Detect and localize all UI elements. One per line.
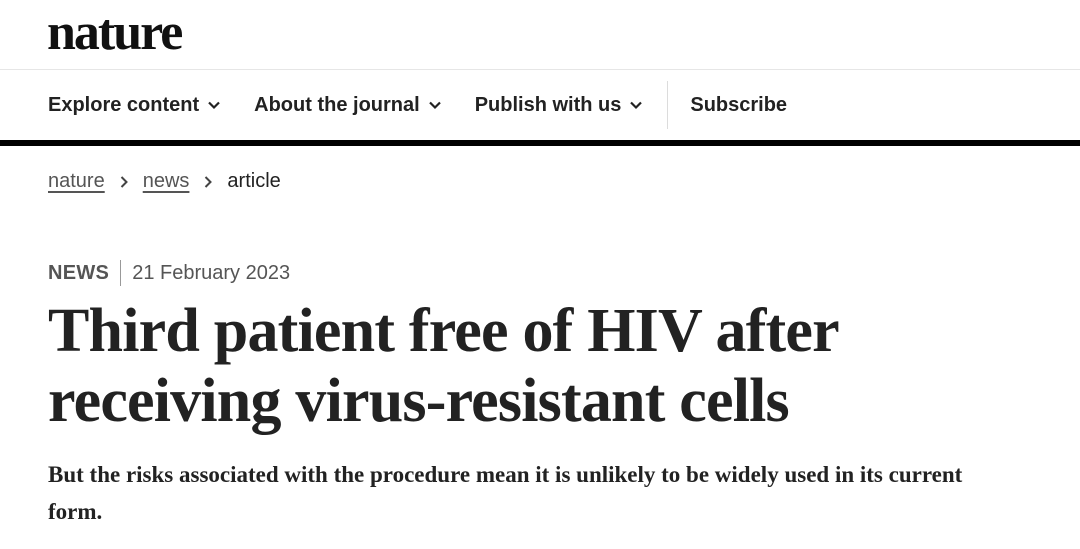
nav-item-label: Explore content xyxy=(48,93,200,116)
subscribe-link[interactable]: Subscribe xyxy=(690,94,787,117)
nature-logo[interactable]: nature xyxy=(47,7,183,59)
article-meta: NEWS 21 February 2023 xyxy=(48,260,290,286)
nav-explore-content[interactable]: Explore content xyxy=(48,94,221,117)
main-navigation: Explore content About the journal Publis… xyxy=(0,70,1080,140)
chevron-right-icon xyxy=(120,175,128,188)
nav-item-label: Publish with us xyxy=(474,93,622,116)
article-standfirst: But the risks associated with the proced… xyxy=(48,462,963,524)
breadcrumb: nature news article xyxy=(48,170,281,193)
nav-item-label: About the journal xyxy=(254,93,420,116)
chevron-down-icon xyxy=(630,101,643,110)
chevron-down-icon xyxy=(208,101,220,110)
header-rule xyxy=(0,140,1080,146)
article-title: Third patient free of HIV after receivin… xyxy=(48,297,839,435)
article-type: NEWS xyxy=(48,261,110,284)
meta-divider xyxy=(120,260,122,286)
nav-publish-with-us[interactable]: Publish with us xyxy=(475,94,644,117)
breadcrumb-link-news[interactable]: news xyxy=(143,170,190,193)
publication-date: 21 February 2023 xyxy=(132,261,291,284)
nav-divider xyxy=(667,81,669,129)
site-header: nature xyxy=(0,0,1080,70)
chevron-right-icon xyxy=(205,175,213,188)
nav-about-the-journal[interactable]: About the journal xyxy=(254,94,442,117)
chevron-down-icon xyxy=(428,101,441,110)
breadcrumb-link-nature[interactable]: nature xyxy=(48,170,105,193)
breadcrumb-current: article xyxy=(227,170,281,192)
